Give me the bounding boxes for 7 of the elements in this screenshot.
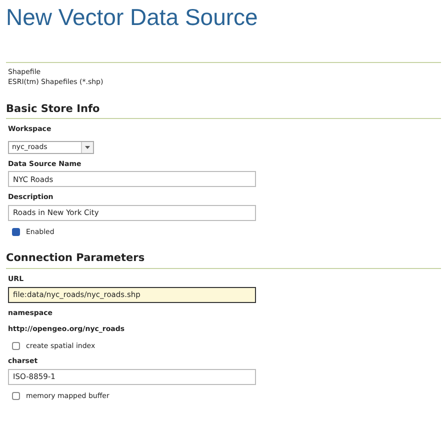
checkbox[interactable]	[12, 342, 20, 350]
page-title: New Vector Data Source	[6, 4, 259, 32]
section-heading: Basic Store Info	[6, 102, 101, 117]
checkbox[interactable]	[12, 228, 20, 236]
section-heading: Connection Parameters	[6, 251, 146, 266]
checkbox[interactable]	[12, 392, 20, 400]
dropdown-caret-icon[interactable]	[85, 146, 90, 149]
